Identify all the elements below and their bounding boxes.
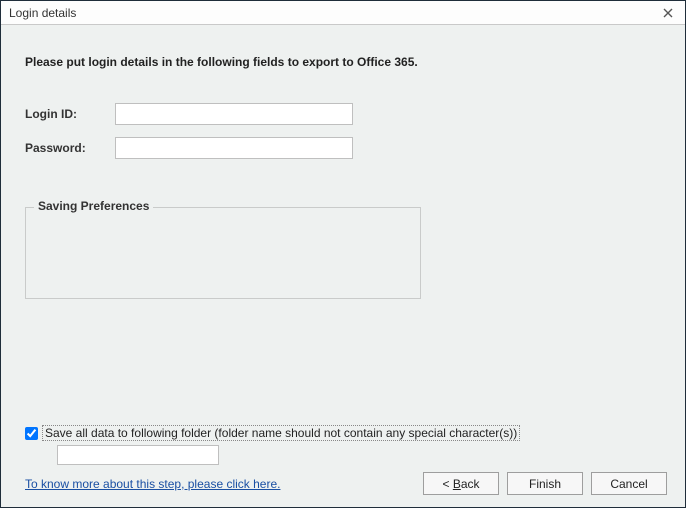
folder-input-row	[57, 445, 219, 465]
finish-button[interactable]: Finish	[507, 472, 583, 495]
password-label: Password:	[25, 141, 115, 155]
folder-name-input[interactable]	[57, 445, 219, 465]
saving-preferences-group: Saving Preferences	[25, 207, 421, 299]
login-id-input[interactable]	[115, 103, 353, 125]
window-title: Login details	[9, 6, 657, 20]
login-id-label: Login ID:	[25, 107, 115, 121]
footer: To know more about this step, please cli…	[1, 472, 685, 495]
save-option-row: Save all data to following folder (folde…	[25, 425, 520, 441]
content-area: Please put login details in the followin…	[1, 25, 685, 507]
help-link[interactable]: To know more about this step, please cli…	[25, 477, 280, 491]
saving-preferences-legend: Saving Preferences	[34, 199, 153, 213]
save-folder-checkbox[interactable]	[25, 427, 38, 440]
password-input[interactable]	[115, 137, 353, 159]
dialog-window: Login details Please put login details i…	[0, 0, 686, 508]
instruction-text: Please put login details in the followin…	[25, 55, 661, 69]
password-row: Password:	[25, 137, 661, 159]
save-folder-label: Save all data to following folder (folde…	[42, 425, 520, 441]
titlebar: Login details	[1, 1, 685, 25]
cancel-button[interactable]: Cancel	[591, 472, 667, 495]
close-button[interactable]	[657, 4, 679, 22]
login-row: Login ID:	[25, 103, 661, 125]
button-bar: < Back Finish Cancel	[423, 472, 667, 495]
back-button[interactable]: < Back	[423, 472, 499, 495]
close-icon	[663, 8, 673, 18]
